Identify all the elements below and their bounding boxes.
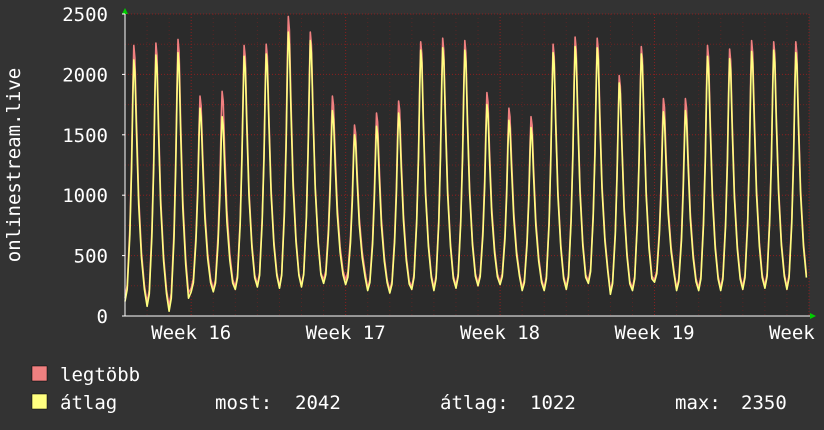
x-tick-label: Week 20 bbox=[769, 322, 824, 344]
chart-container: 0 500 1000 1500 2000 2500 Week 16 Week 17 Week … bbox=[0, 0, 824, 430]
stat-avg-label: átlag: bbox=[440, 392, 509, 414]
y-tick-label: 0 bbox=[97, 306, 108, 328]
y-axis-label: onlinestream.live bbox=[3, 68, 25, 262]
y-tick-label: 500 bbox=[74, 246, 108, 268]
x-tick-label: Week 16 bbox=[151, 322, 231, 344]
legend-label-avg: átlag bbox=[60, 392, 117, 414]
stat-max-label: max: bbox=[675, 392, 721, 414]
y-tick-label: 1000 bbox=[62, 185, 108, 207]
x-tick-label: Week 19 bbox=[615, 322, 695, 344]
y-tick-label: 1500 bbox=[62, 125, 108, 147]
stat-max-value: 2350 bbox=[741, 392, 787, 414]
stat-avg-value: 1022 bbox=[530, 392, 576, 414]
legend-label-max: legtöbb bbox=[60, 364, 140, 386]
legend-swatch-max bbox=[31, 365, 48, 382]
y-tick-label: 2000 bbox=[62, 64, 108, 86]
stat-now-value: 2042 bbox=[295, 392, 341, 414]
x-tick-label: Week 18 bbox=[460, 322, 540, 344]
legend-swatch-avg bbox=[31, 393, 48, 410]
stat-now-label: most: bbox=[215, 392, 272, 414]
y-tick-label: 2500 bbox=[62, 4, 108, 26]
line-chart: 0 500 1000 1500 2000 2500 Week 16 Week 17 Week … bbox=[0, 0, 824, 430]
x-tick-label: Week 17 bbox=[306, 322, 386, 344]
